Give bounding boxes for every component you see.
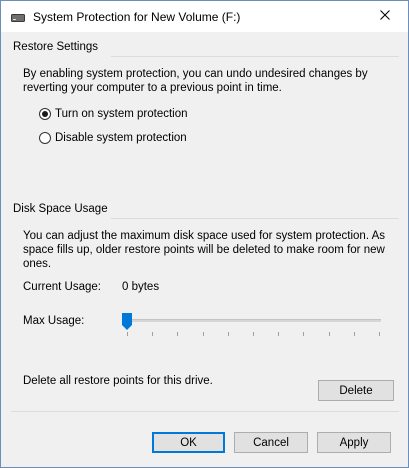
disk-space-description: You can adjust the maximum disk space us… bbox=[23, 230, 386, 270]
current-usage-label: Current Usage: bbox=[23, 281, 101, 293]
slider-tick bbox=[203, 332, 204, 336]
slider-tick bbox=[303, 332, 304, 336]
slider-tick bbox=[278, 332, 279, 336]
apply-button[interactable]: Apply bbox=[317, 432, 391, 453]
radio-button-checked[interactable] bbox=[39, 108, 51, 120]
max-usage-slider-track[interactable] bbox=[123, 319, 381, 322]
window-title: System Protection for New Volume (F:) bbox=[33, 10, 241, 24]
restore-settings-description: By enabling system protection, you can u… bbox=[23, 68, 368, 94]
ok-button[interactable]: OK bbox=[152, 432, 225, 453]
radio-label: Disable system protection bbox=[55, 132, 187, 144]
slider-tick bbox=[152, 332, 153, 336]
cancel-button[interactable]: Cancel bbox=[234, 432, 308, 453]
radio-label: Turn on system protection bbox=[55, 108, 188, 120]
slider-tick bbox=[127, 332, 128, 336]
max-usage-slider-thumb[interactable] bbox=[122, 313, 132, 330]
disk-space-heading: Disk Space Usage bbox=[13, 203, 108, 215]
dialog-window: System Protection for New Volume (F:) Re… bbox=[0, 0, 409, 468]
footer-divider bbox=[11, 411, 399, 412]
slider-tick bbox=[379, 332, 380, 336]
radio-disable-protection[interactable]: Disable system protection bbox=[39, 132, 187, 144]
restore-settings-heading: Restore Settings bbox=[13, 41, 99, 53]
slider-tick bbox=[329, 332, 330, 336]
current-usage-value: 0 bytes bbox=[122, 281, 160, 293]
group-separator bbox=[111, 56, 399, 57]
group-separator bbox=[111, 218, 399, 219]
slider-tick bbox=[253, 332, 254, 336]
max-usage-label: Max Usage: bbox=[23, 315, 85, 327]
close-button[interactable] bbox=[362, 1, 408, 32]
slider-tick bbox=[354, 332, 355, 336]
close-icon bbox=[380, 10, 390, 23]
delete-button[interactable]: Delete bbox=[318, 380, 394, 401]
slider-tick bbox=[177, 332, 178, 336]
radio-turn-on-protection[interactable]: Turn on system protection bbox=[39, 108, 188, 120]
slider-tick bbox=[228, 332, 229, 336]
title-bar[interactable]: System Protection for New Volume (F:) bbox=[1, 1, 408, 32]
drive-icon bbox=[11, 13, 25, 25]
radio-button-unchecked[interactable] bbox=[39, 132, 51, 144]
delete-restore-points-text: Delete all restore points for this drive… bbox=[23, 375, 213, 387]
